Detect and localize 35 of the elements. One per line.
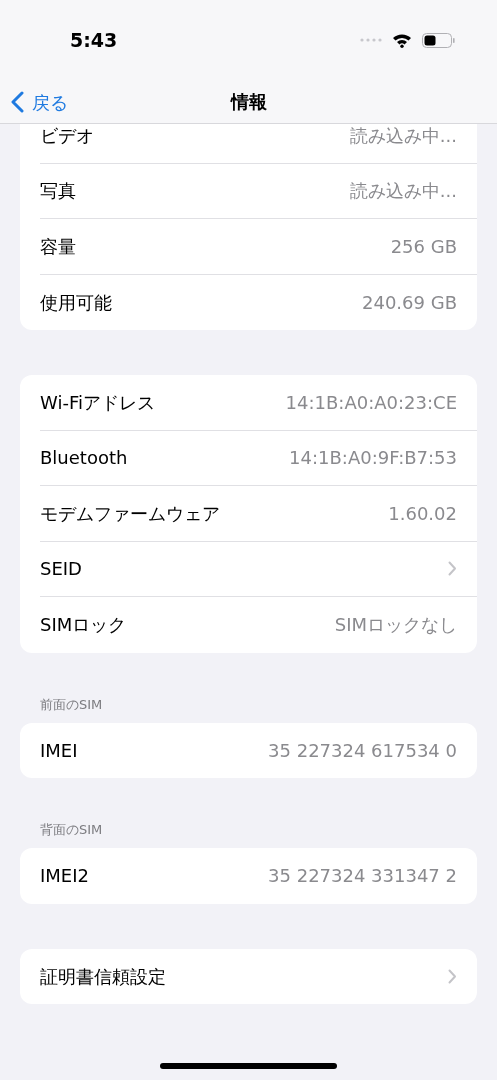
- row-label: Bluetooth: [40, 446, 128, 471]
- section-header: 背面のSIM: [39, 821, 104, 839]
- chevron-right-icon: [448, 561, 457, 577]
- row-label: 写真: [40, 179, 76, 204]
- row-value: 1.60.02: [388, 501, 457, 526]
- back-button[interactable]: 戻る: [10, 80, 68, 124]
- row-value: 読み込み中...: [349, 124, 457, 148]
- row-label: IMEI2: [40, 864, 89, 889]
- row-value: 35 227324 617534 0: [268, 738, 457, 763]
- row-value: 35 227324 331347 2: [268, 864, 457, 889]
- signal-icon: [360, 38, 382, 42]
- row-label: ビデオ: [40, 124, 94, 148]
- row-value: 240.69 GB: [362, 290, 457, 315]
- status-time: 5:43: [70, 27, 118, 53]
- chevron-right-icon: [448, 968, 457, 984]
- row-value: 256 GB: [390, 234, 457, 259]
- row-label: 使用可能: [40, 290, 112, 315]
- row-value: SIMロックなし: [334, 613, 457, 638]
- settings-row[interactable]: SEID: [40, 541, 477, 597]
- section-header: 前面のSIM: [39, 695, 104, 714]
- row-label: モデムファームウェア: [40, 501, 220, 526]
- wifi-icon: [392, 32, 412, 48]
- nav-title: 情報: [230, 90, 267, 114]
- row-label: SEID: [40, 557, 82, 582]
- row-value: 14:1B:A0:A0:23:CE: [285, 390, 457, 415]
- battery-icon: [422, 32, 455, 48]
- back-chevron-icon: [10, 91, 24, 113]
- row-label: Wi-Fiアドレス: [40, 390, 155, 415]
- row-label: IMEI: [40, 738, 78, 763]
- row-label: 証明書信頼設定: [40, 964, 166, 989]
- row-label: 容量: [40, 234, 76, 259]
- row-value: 14:1B:A0:9F:B7:53: [289, 446, 457, 471]
- row-value: 読み込み中...: [349, 179, 457, 204]
- row-label: SIMロック: [40, 613, 127, 638]
- settings-row[interactable]: 証明書信頼設定: [40, 948, 477, 1004]
